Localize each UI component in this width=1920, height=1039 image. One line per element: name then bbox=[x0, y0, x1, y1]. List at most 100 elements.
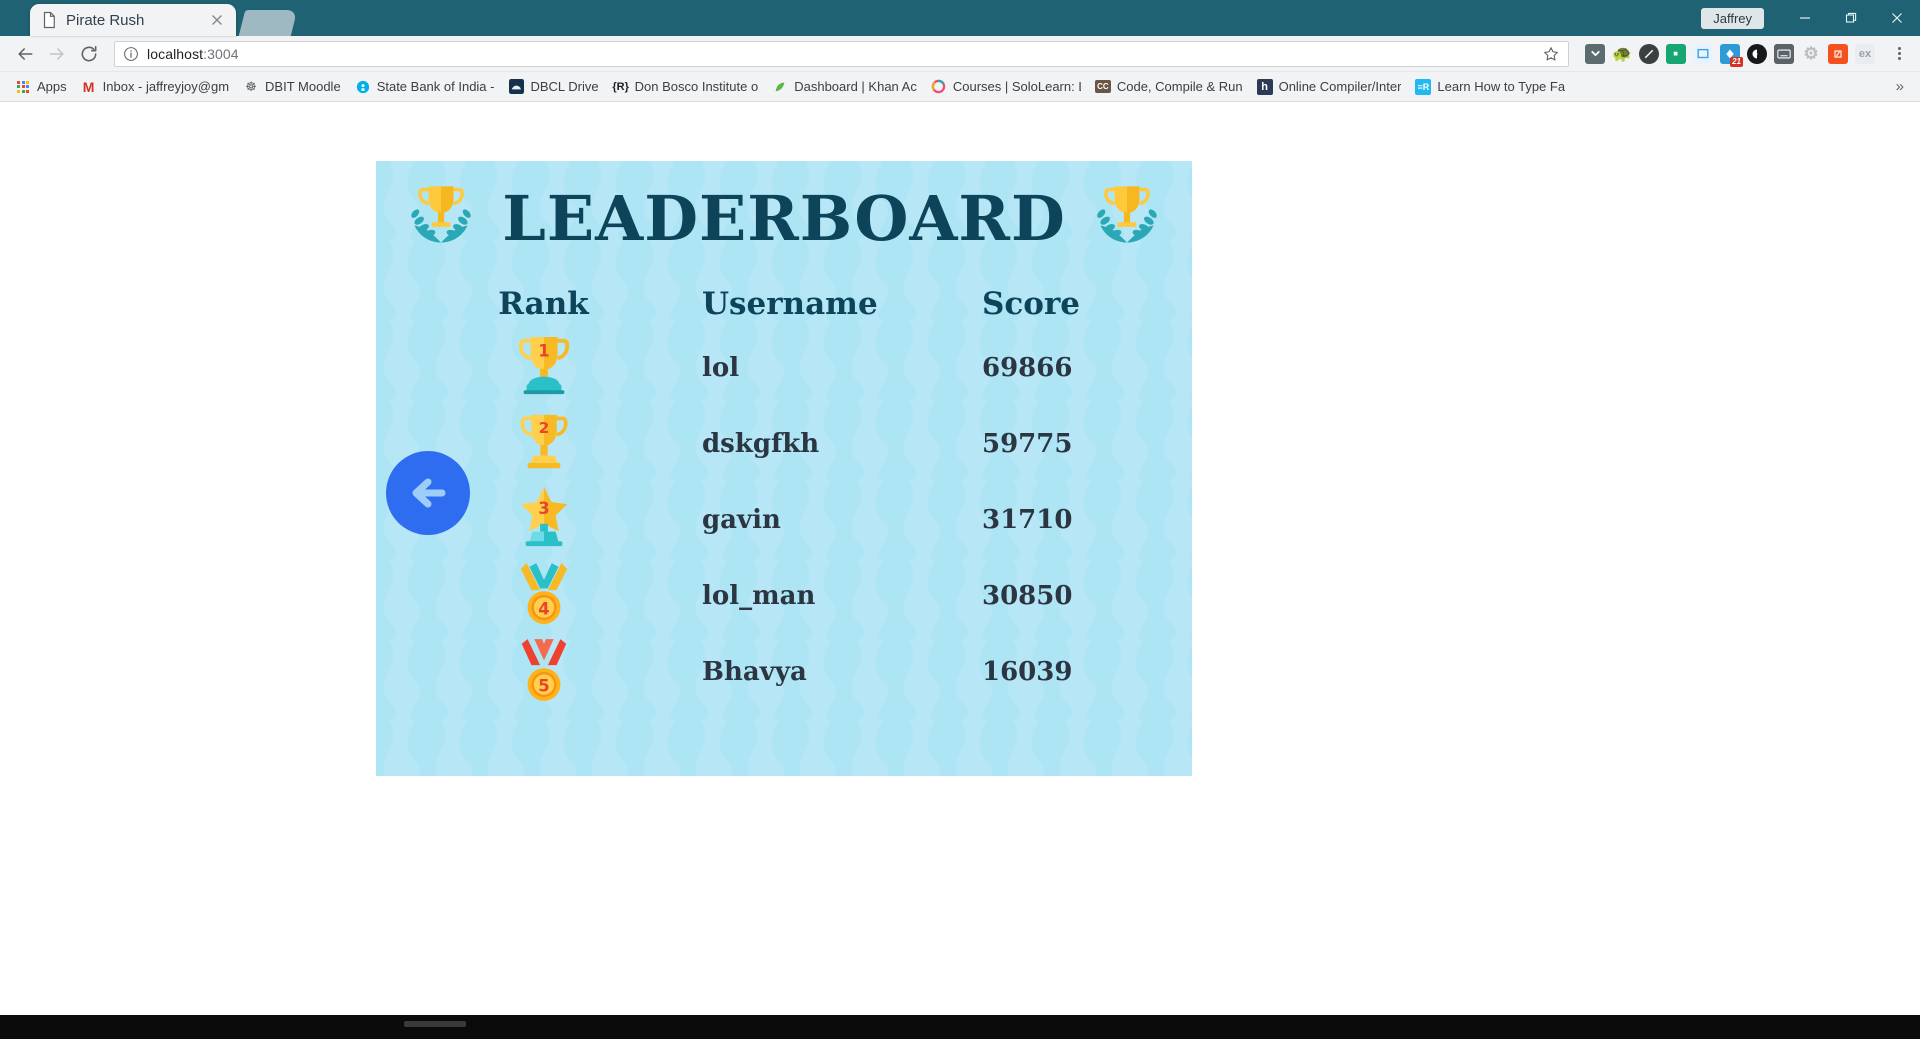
bookmark-label: State Bank of India - bbox=[376, 79, 495, 94]
restore-icon[interactable] bbox=[1828, 0, 1874, 36]
user-profile-chip[interactable]: Jaffrey bbox=[1701, 7, 1764, 29]
column-header-username: Username bbox=[702, 286, 878, 322]
score-cell: 16039 bbox=[982, 657, 1073, 687]
bookmarks-bar: Apps M Inbox - jaffreyjoy@gm ☸ DBIT Mood… bbox=[0, 72, 1920, 102]
moodle-icon: ☸ bbox=[245, 78, 257, 94]
bookmark-item-code-compile-run[interactable]: CC Code, Compile & Run bbox=[1088, 76, 1250, 97]
trophy-laurel-icon bbox=[1088, 177, 1166, 260]
rank-number: 1 bbox=[538, 341, 549, 360]
rank-cell: 1 bbox=[376, 333, 701, 404]
reload-icon[interactable] bbox=[74, 39, 104, 69]
leaderboard-rows: 1 lol 69866 2 dskgfkh 59775 3 gavin 3171… bbox=[376, 330, 1192, 710]
score-cell: 69866 bbox=[982, 353, 1073, 383]
apps-grid-icon bbox=[15, 79, 31, 95]
extensions-strip: 🐢 21 ⚙ ex bbox=[1579, 43, 1910, 67]
tab-title: Pirate Rush bbox=[66, 11, 145, 29]
table-row: 2 dskgfkh 59775 bbox=[376, 406, 1192, 482]
rank-number: 2 bbox=[538, 418, 549, 436]
adblock-extension-icon[interactable] bbox=[1639, 43, 1659, 64]
settings-gear-extension-icon[interactable]: ⚙ bbox=[1801, 44, 1821, 64]
close-icon[interactable] bbox=[208, 11, 226, 29]
close-icon[interactable] bbox=[1874, 0, 1920, 36]
translate-extension-icon[interactable] bbox=[1828, 43, 1848, 64]
cc-icon: CC bbox=[1094, 80, 1111, 93]
page-title: LEADERBOARD bbox=[502, 181, 1066, 255]
grammarly-extension-icon[interactable] bbox=[1666, 43, 1686, 64]
url-port: :3004 bbox=[203, 45, 239, 62]
bookmark-apps[interactable]: Apps bbox=[8, 76, 74, 98]
leaderboard-header: LEADERBOARD bbox=[376, 161, 1192, 260]
hackerearth-icon: h bbox=[1256, 78, 1273, 95]
khan-academy-icon bbox=[772, 79, 788, 95]
bookmark-label: Apps bbox=[37, 79, 67, 94]
bookmark-item-state-bank-of-india[interactable]: State Bank of India - bbox=[348, 76, 502, 98]
notifications-extension-icon[interactable]: 21 bbox=[1720, 43, 1743, 67]
url-host: localhost bbox=[147, 45, 204, 62]
bookmark-label: Online Compiler/Inter bbox=[1278, 79, 1402, 94]
table-row: 5 Bhavya 16039 bbox=[376, 634, 1192, 710]
star-trophy-icon: 3 bbox=[513, 485, 575, 556]
bookmarks-overflow-button[interactable]: » bbox=[1888, 78, 1912, 95]
sbi-icon bbox=[355, 79, 371, 95]
dbit-icon: {R} bbox=[612, 80, 629, 93]
column-header-rank: Rank bbox=[498, 286, 589, 322]
leaderboard-panel: LEADERBOARD Rank Username Score 1 lol 69… bbox=[376, 161, 1192, 776]
screenshot-extension-icon[interactable] bbox=[1693, 43, 1713, 64]
info-circle-icon[interactable] bbox=[123, 46, 139, 62]
page-icon bbox=[40, 11, 58, 29]
trophy-laurel-icon bbox=[402, 177, 480, 260]
star-outline-icon[interactable] bbox=[1542, 45, 1560, 63]
bookmark-item-don-bosco-institute[interactable]: {R} Don Bosco Institute o bbox=[606, 76, 766, 98]
rank-cell: 5 bbox=[376, 637, 701, 708]
taskbar-strip bbox=[404, 1021, 466, 1027]
bookmark-label: Don Bosco Institute o bbox=[634, 79, 759, 94]
dbcl-drive-icon bbox=[508, 79, 524, 95]
page-viewport: LEADERBOARD Rank Username Score 1 lol 69… bbox=[0, 103, 1920, 1039]
evernote-extension-icon[interactable]: 🐢 bbox=[1612, 44, 1632, 64]
three-dot-menu-icon[interactable] bbox=[1888, 47, 1910, 60]
back-arrow-circle-icon[interactable] bbox=[386, 451, 470, 535]
bookmark-item-online-compiler[interactable]: h Online Compiler/Inter bbox=[1250, 76, 1409, 98]
bookmark-label: Courses | SoloLearn: L bbox=[952, 79, 1081, 94]
pocket-extension-icon[interactable] bbox=[1585, 43, 1605, 64]
typing-icon: ≡R bbox=[1415, 78, 1432, 95]
username-cell: dskgfkh bbox=[702, 429, 820, 459]
bookmark-label: Inbox - jaffreyjoy@gm bbox=[102, 79, 230, 94]
bookmark-label: Dashboard | Khan Ac bbox=[794, 79, 917, 94]
rank-number: 3 bbox=[538, 499, 549, 518]
rank-number: 4 bbox=[538, 599, 549, 618]
gmail-icon: M bbox=[82, 78, 95, 95]
bookmark-item-dbit-moodle[interactable]: ☸ DBIT Moodle bbox=[236, 76, 348, 98]
notification-badge: 21 bbox=[1730, 56, 1743, 67]
bookmark-item-dbcl-drive[interactable]: DBCL Drive bbox=[501, 76, 605, 98]
bookmark-item-inbox[interactable]: M Inbox - jaffreyjoy@gm bbox=[74, 76, 236, 98]
minimize-icon[interactable] bbox=[1782, 0, 1828, 36]
url-text: localhost:3004 bbox=[147, 46, 239, 62]
address-bar[interactable]: localhost:3004 bbox=[114, 40, 1569, 67]
username-cell: lol_man bbox=[702, 581, 816, 611]
browser-titlebar: Pirate Rush Jaffrey bbox=[0, 0, 1920, 36]
gold-trophy-icon: 1 bbox=[513, 333, 575, 404]
profile-avatar-icon[interactable]: ex bbox=[1855, 43, 1875, 64]
back-arrow-icon[interactable] bbox=[10, 39, 40, 69]
browser-toolbar: localhost:3004 🐢 21 ⚙ ex bbox=[0, 36, 1920, 72]
forward-arrow-icon bbox=[42, 39, 72, 69]
bookmark-item-sololearn[interactable]: Courses | SoloLearn: L bbox=[924, 76, 1088, 98]
sololearn-icon bbox=[931, 79, 947, 95]
bookmark-label: DBIT Moodle bbox=[265, 79, 341, 94]
username-cell: gavin bbox=[702, 505, 781, 535]
rank-number: 5 bbox=[538, 676, 549, 695]
browser-window: Pirate Rush Jaffrey localhost:3004 🐢 21 … bbox=[0, 0, 1920, 1039]
new-tab-button[interactable] bbox=[238, 10, 298, 36]
bookmark-label: DBCL Drive bbox=[530, 79, 599, 94]
leaderboard-column-headers: Rank Username Score bbox=[376, 286, 1192, 322]
gold-trophy-icon: 2 bbox=[515, 411, 573, 478]
red-medal-icon: 5 bbox=[515, 637, 573, 708]
bookmark-item-learn-how-to-type[interactable]: ≡R Learn How to Type Fa bbox=[1408, 76, 1572, 98]
bookmark-label: Code, Compile & Run bbox=[1116, 79, 1243, 94]
browser-tab[interactable]: Pirate Rush bbox=[30, 4, 236, 36]
keyboard-extension-icon[interactable] bbox=[1774, 43, 1794, 64]
bookmark-item-khan-academy[interactable]: Dashboard | Khan Ac bbox=[765, 76, 924, 98]
dark-reader-extension-icon[interactable] bbox=[1747, 43, 1767, 64]
table-row: 3 gavin 31710 bbox=[376, 482, 1192, 558]
